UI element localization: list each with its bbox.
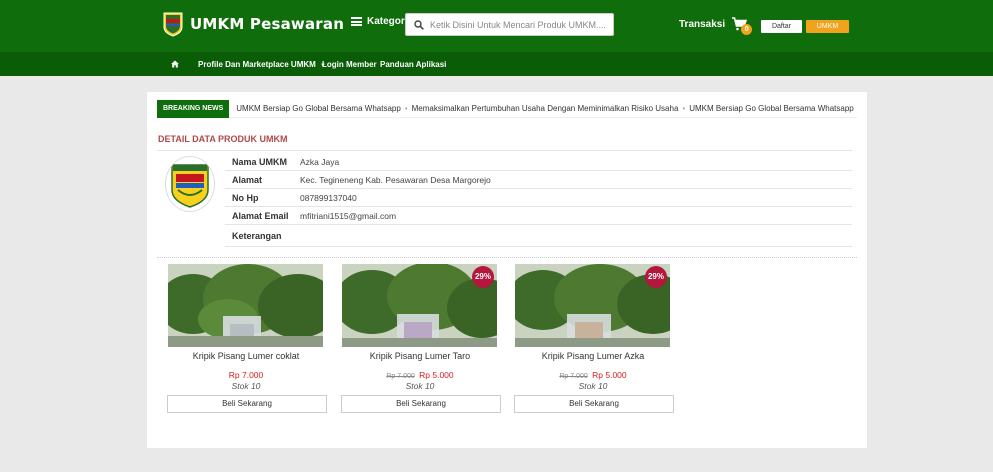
umkm-avatar (165, 156, 215, 212)
current-price: Rp 5.000 (419, 370, 454, 380)
info-row: Alamat Email mfitriani1515@gmail.com (225, 207, 852, 225)
info-key: Nama UMKM (232, 156, 288, 167)
breaking-news-label: BREAKING NEWS (157, 99, 230, 118)
daftar-button[interactable]: Daftar (761, 20, 802, 33)
buy-now-button[interactable]: Beli Sekarang (167, 395, 327, 413)
search-input[interactable] (430, 19, 610, 30)
separator-dot-icon: • (682, 104, 686, 113)
product-stock: Stok 10 (578, 381, 608, 391)
discount-badge: 29% (645, 266, 667, 288)
product-card: Kripik Pisang Lumer coklat Rp 7.000 Stok… (167, 264, 327, 413)
product-image[interactable]: 29% (515, 264, 670, 347)
product-stock: Stok 10 (405, 381, 435, 391)
info-value: mfitriani1515@gmail.com (300, 210, 397, 221)
brand-logo[interactable]: UMKM Pesawaran (163, 11, 344, 37)
kategori-label: Kategori (367, 16, 408, 27)
old-price: Rp 7.000 (559, 373, 588, 380)
divider (157, 150, 852, 151)
nav-profile-marketplace[interactable]: Profile Dan Marketplace UMKM ▼ (198, 60, 326, 69)
kategori-menu-button[interactable]: Kategori (351, 16, 408, 27)
info-key: Alamat (232, 174, 263, 185)
discount-badge: 29% (472, 266, 494, 288)
product-name[interactable]: Kripik Pisang Lumer coklat (168, 351, 324, 361)
buy-now-button[interactable]: Beli Sekarang (341, 395, 501, 413)
product-image[interactable]: 29% (342, 264, 497, 347)
umkm-info-table: Nama UMKM Azka Jaya Alamat Kec. Teginene… (225, 153, 852, 247)
separator-dot-icon: • (404, 104, 408, 113)
product-card: 29% Kripik Pisang Lumer Taro Rp 7.000 Rp… (341, 264, 501, 413)
news-item[interactable]: UMKM Bersiap Go Global Bersama Whatsapp (236, 104, 401, 113)
info-value: 087899137040 (300, 192, 357, 203)
current-price: Rp 7.000 (228, 370, 264, 380)
product-image[interactable] (168, 264, 323, 347)
pesawaran-emblem-icon (163, 12, 183, 37)
product-name[interactable]: Kripik Pisang Lumer Taro (342, 351, 498, 361)
brand-name: UMKM Pesawaran (190, 15, 345, 33)
search-icon (414, 19, 424, 30)
info-row: Keterangan (225, 225, 852, 247)
info-key: No Hp (232, 192, 259, 203)
news-item[interactable]: UMKM Bersiap Go Global Bersama Whatsapp (689, 104, 854, 113)
home-icon[interactable] (171, 60, 179, 68)
cart-button[interactable]: 0 (731, 17, 753, 35)
news-ticker: UMKM Bersiap Go Global Bersama Whatsapp … (236, 104, 856, 113)
section-title: DETAIL DATA PRODUK UMKM (158, 134, 288, 144)
info-value: Kec. Tegineneng Kab. Pesawaran Desa Marg… (300, 174, 491, 185)
news-item[interactable]: Memaksimalkan Pertumbuhan Usaha Dengan M… (412, 104, 679, 113)
current-price: Rp 5.000 (592, 370, 627, 380)
product-price: Rp 7.000 (168, 370, 324, 380)
info-row: Nama UMKM Azka Jaya (225, 153, 852, 171)
transaksi-label: Transaksi (679, 18, 726, 30)
info-key: Keterangan (232, 230, 282, 241)
search-box[interactable] (405, 13, 614, 36)
divider (157, 257, 857, 258)
product-stock: Stok 10 (231, 381, 261, 391)
breaking-news-bar: BREAKING NEWS UMKM Bersiap Go Global Ber… (157, 99, 857, 118)
pesawaran-emblem-icon (171, 164, 209, 208)
product-photo-icon (168, 264, 323, 347)
nav-profile-label: Profile Dan Marketplace UMKM (198, 60, 316, 69)
buy-now-button[interactable]: Beli Sekarang (514, 395, 674, 413)
transaksi-link[interactable]: Transaksi 0 (679, 17, 753, 35)
main-navbar: Profile Dan Marketplace UMKM ▼ Login Mem… (0, 52, 993, 76)
menu-icon (351, 17, 362, 26)
info-row: Alamat Kec. Tegineneng Kab. Pesawaran De… (225, 171, 852, 189)
nav-login-member[interactable]: Login Member (322, 60, 377, 69)
product-price: Rp 7.000 Rp 5.000 (515, 370, 671, 380)
product-price: Rp 7.000 Rp 5.000 (342, 370, 498, 380)
info-row: No Hp 087899137040 (225, 189, 852, 207)
old-price: Rp 7.000 (386, 373, 415, 380)
content-panel: BREAKING NEWS UMKM Bersiap Go Global Ber… (147, 92, 867, 448)
info-key: Alamat Email (232, 210, 289, 221)
cart-count-badge: 0 (741, 24, 753, 35)
product-card: 29% Kripik Pisang Lumer Azka Rp 7.000 Rp… (514, 264, 674, 413)
product-name[interactable]: Kripik Pisang Lumer Azka (515, 351, 671, 361)
info-value: Azka Jaya (300, 156, 340, 167)
umkm-button[interactable]: UMKM (806, 20, 849, 33)
nav-panduan-aplikasi[interactable]: Panduan Aplikasi (380, 60, 446, 69)
top-header: UMKM Pesawaran Kategori Transaksi 0 Daft… (0, 0, 993, 52)
